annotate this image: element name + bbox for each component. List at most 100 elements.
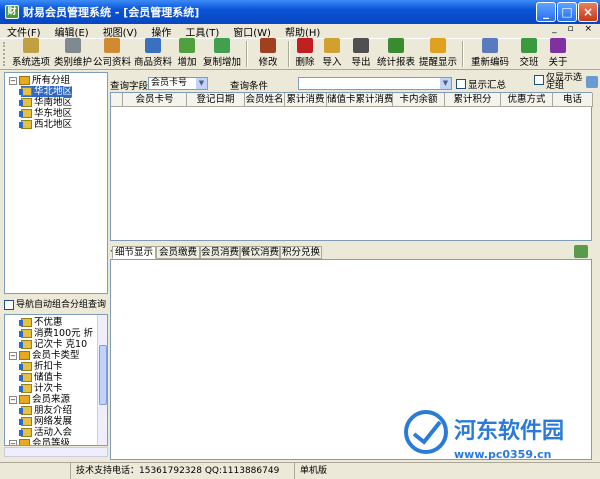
toolbar-label: 导出 [351,57,371,68]
menu-item[interactable]: 窗口(W) [226,24,278,39]
mdi-controls[interactable]: _ ▫ × [552,24,596,34]
tree-leaf-node[interactable]: 华北地区 [19,86,73,97]
toolbar-label: 导入 [322,57,342,68]
chart-icon [388,38,404,53]
toolbar-settings-button[interactable]: 系统选项 [8,38,54,69]
export-grid-icon[interactable] [574,245,588,258]
show-summary-option[interactable]: 显示汇总 [456,77,506,91]
auto-group-label: 导航自动组合分组查询 [16,300,107,310]
toolbar-label: 关于 [548,57,568,68]
tree-leaf-node[interactable]: 网络发展 [19,416,72,427]
toolbar-company-button[interactable]: 公司资料 [92,38,132,69]
menu-item[interactable]: 帮助(H) [278,24,327,39]
menu-item[interactable]: 编辑(E) [48,24,96,39]
tree-leaf-node[interactable]: 华东地区 [19,108,72,119]
tree-group-node[interactable]: − 所有分组 [9,75,70,86]
toolbar-shift-button[interactable]: 交班 [514,38,544,69]
tree-leaf-node[interactable]: 朋友介绍 [19,405,72,416]
filter-icon[interactable] [586,76,598,88]
tree-leaf-node[interactable]: 折扣卡 [19,361,63,372]
show-only-option[interactable]: 仅显示选定组 [534,74,584,91]
scrollbar-thumb[interactable] [99,345,107,405]
watermark-url: www.pc0359.cn [454,448,552,461]
tab-detail-3[interactable]: 餐饮消费 [240,246,280,259]
tree-group-node[interactable]: − 会员卡类型 [9,350,80,361]
tree-group-node[interactable]: − 会员来源 [9,394,70,405]
menu-item[interactable]: 视图(V) [96,24,145,39]
category-tree-scrollbar[interactable] [97,315,107,445]
toolbar-tools-button[interactable]: 类别维护 [54,38,92,69]
tree-leaf-node[interactable]: 计次卡 [19,383,63,394]
group-tree[interactable]: − 所有分组 华北地区 华南地区 华东地区 西北地区 [4,72,108,294]
toolbar-import-button[interactable]: 导入 [318,38,346,69]
column-header[interactable]: 储值卡累计消费 [327,93,393,107]
show-summary-checkbox[interactable] [456,79,466,89]
toolbar-help-button[interactable]: 关于 [544,38,572,69]
tree-leaf-node[interactable]: 华南地区 [19,97,73,108]
group-icon [19,428,32,437]
auto-group-checkbox[interactable] [4,300,14,310]
toolbar-separator [246,41,248,67]
tree-leaf-node[interactable]: 记次卡 克10 [19,339,87,350]
company-icon [104,38,120,53]
tab-detail-0[interactable]: 细节显示 [112,246,156,259]
group-icon [19,384,32,393]
folder-icon [19,439,30,445]
minimize-button[interactable]: _ [536,2,556,22]
group-icon [19,98,32,107]
query-cond-select[interactable]: ▼ [298,77,452,90]
tree-leaf-node[interactable]: 不优惠 [19,317,63,328]
watermark-text: 河东软件园 [454,418,564,444]
toolbar-recode-button[interactable]: 重新编码 [466,38,514,69]
menu-item[interactable]: 文件(F) [0,24,48,39]
maximize-button[interactable]: □ [557,2,577,22]
title-bar[interactable]: 财 财易会员管理系统 - [会员管理系统] _ □ × [0,0,600,24]
tree-leaf-node[interactable]: 储值卡 [19,372,63,383]
toolbar-product-button[interactable]: 商品资料 [132,38,174,69]
column-header[interactable]: 会员卡号 [123,93,187,107]
expand-toggle-icon[interactable]: − [9,351,17,360]
menu-item[interactable]: 工具(T) [178,24,226,39]
tree-leaf-node[interactable]: 活动入会 [19,427,73,438]
column-header[interactable]: 登记日期 [187,93,245,107]
column-header[interactable]: 优惠方式 [501,93,553,107]
expand-toggle-icon[interactable]: − [9,76,17,85]
query-bar: 查询字段 会员卡号 ▼ 查询条件 ▼ 显示汇总 仅显示选定组 [110,74,600,94]
tab-detail-1[interactable]: 会员缴费 [156,246,200,259]
menu-item[interactable]: 操作 [144,24,178,39]
tree-leaf-node[interactable]: 消费100元 折 [19,328,93,339]
horizontal-scrollbar[interactable] [4,447,108,457]
column-header[interactable]: 电话 [553,93,593,107]
column-header[interactable]: 累计消费 [285,93,327,107]
auto-group-option[interactable]: 导航自动组合分组查询 [4,297,108,313]
member-grid[interactable]: 会员卡号 登记日期 会员姓名 累计消费 储值卡累计消费 卡内余额 累计积分 优惠方式 电话 [110,92,593,241]
tree-group-node[interactable]: − 会员等级 [9,438,70,445]
toolbar-delete-button[interactable]: 删除 [292,38,318,69]
tree-node-label: 活动入会 [34,427,73,438]
query-field-select[interactable]: 会员卡号 ▼ [148,77,208,90]
product-icon [145,38,161,53]
toolbar-export-button[interactable]: 导出 [346,38,376,69]
column-header[interactable]: 累计积分 [445,93,501,107]
group-icon [19,406,32,415]
tab-detail-2[interactable]: 会员消费 [200,246,240,259]
chevron-down-icon: ▼ [440,78,451,89]
edit-icon [260,38,276,53]
show-only-checkbox[interactable] [534,75,544,85]
toolbar-copy-add-button[interactable]: 复制增加 [200,38,244,69]
toolbar-reminder-button[interactable]: 提醒显示 [416,38,460,69]
tree-node-label: 华南地区 [34,97,73,108]
toolbar-add-button[interactable]: 增加 [174,38,200,69]
category-tree[interactable]: 不优惠 消费100元 折记次卡 克10 − 会员卡类型 折扣卡 储值卡 计次卡 − 会员来源 朋友… [4,314,108,446]
column-header[interactable]: 会员姓名 [245,93,285,107]
column-header[interactable]: 卡内余额 [393,93,445,107]
expand-toggle-icon[interactable]: − [9,395,17,404]
close-button[interactable]: × [578,2,598,22]
toolbar-chart-button[interactable]: 统计报表 [376,38,416,69]
tree-leaf-node[interactable]: 西北地区 [19,119,72,130]
toolbar-edit-button[interactable]: 修改 [250,38,286,69]
folder-icon [19,351,30,360]
tab-detail-4[interactable]: 积分兑换 [280,246,322,259]
expand-toggle-icon[interactable]: − [9,439,17,445]
toolbar-label: 增加 [177,57,197,68]
